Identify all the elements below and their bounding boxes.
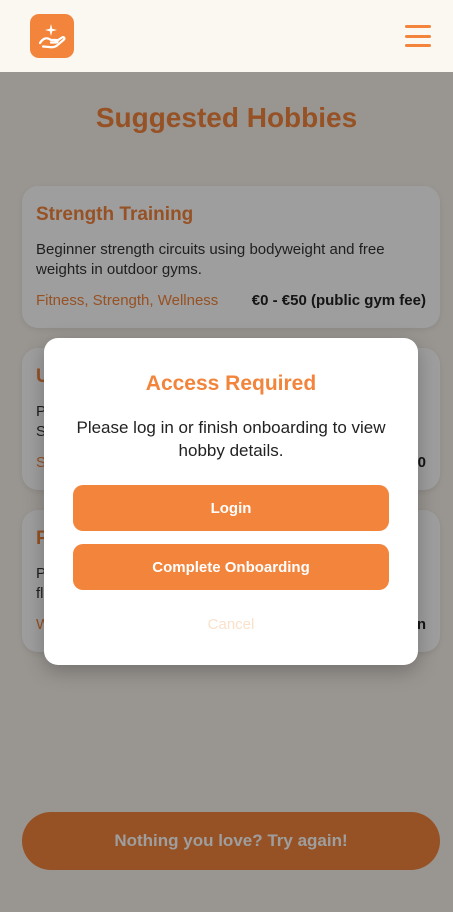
hand-sparkle-icon (38, 24, 66, 49)
menu-bar (405, 25, 431, 28)
app-logo[interactable] (30, 14, 74, 58)
menu-bar (405, 44, 431, 47)
login-button[interactable]: Login (73, 485, 389, 531)
complete-onboarding-button[interactable]: Complete Onboarding (73, 544, 389, 590)
access-required-dialog: Access Required Please log in or finish … (44, 338, 418, 665)
cancel-button[interactable]: Cancel (44, 616, 418, 633)
dialog-title: Access Required (145, 372, 317, 395)
hamburger-menu-icon[interactable] (405, 25, 431, 47)
menu-bar (405, 34, 431, 38)
dialog-message: Please log in or finish onboarding to vi… (76, 418, 386, 460)
top-bar (0, 0, 453, 72)
